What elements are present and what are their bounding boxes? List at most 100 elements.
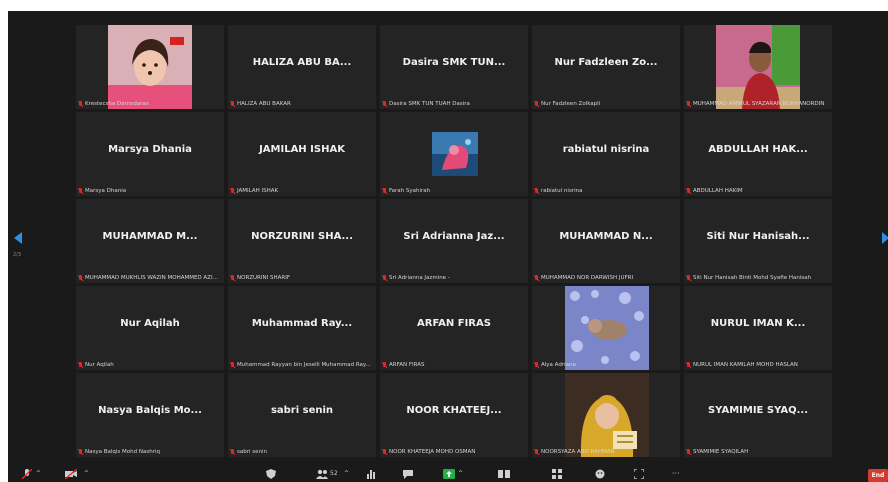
muted-mic-icon xyxy=(78,101,83,107)
participant-tile[interactable]: Alya Adriana xyxy=(532,286,680,370)
participant-label: Nur Fadzleen Zolkapli xyxy=(541,101,601,107)
participant-tile[interactable]: JAMILAH ISHAK JAMILAH ISHAK xyxy=(228,112,376,196)
participant-label: Alya Adriana xyxy=(541,362,576,368)
participant-tile[interactable]: NORZURINI SHA... NORZURINI SHARIF xyxy=(228,199,376,283)
participant-label: NOORSYAZA ABD RAHMAN xyxy=(541,449,615,455)
participant-name: NURUL IMAN K... xyxy=(710,318,806,329)
participant-tile[interactable]: Farah Syahirah xyxy=(380,112,528,196)
audio-options-caret-icon[interactable]: ^ xyxy=(36,469,41,479)
muted-mic-icon xyxy=(230,188,235,194)
muted-mic-icon xyxy=(78,188,83,194)
participant-label: MUHAMMAD AMIRUL SYAZARAN BOKHANORDIN xyxy=(693,101,825,107)
participants-icon[interactable] xyxy=(316,469,328,482)
share-options-caret-icon[interactable]: ^ xyxy=(458,469,463,479)
participant-tile[interactable]: NOORSYAZA ABD RAHMAN xyxy=(532,373,680,457)
participant-tile[interactable]: HALIZA ABU BA... HALIZA ABU BAKAR xyxy=(228,25,376,109)
participant-tile[interactable]: Dasira SMK TUN... Dasira SMK TUN TUAH Da… xyxy=(380,25,528,109)
participant-name: Dasira SMK TUN... xyxy=(402,57,506,68)
muted-mic-icon xyxy=(230,275,235,281)
more-options-icon[interactable]: ··· xyxy=(672,469,680,479)
video-off-icon[interactable] xyxy=(64,468,78,482)
participant-label: rabiatul nisrina xyxy=(541,188,583,194)
participant-tile[interactable]: Siti Nur Hanisah... Siti Nur Hanisah Bin… xyxy=(684,199,832,283)
participants-count: 52 xyxy=(330,470,338,477)
participant-name: ARFAN FIRAS xyxy=(417,318,491,329)
muted-mic-icon xyxy=(534,362,539,368)
participants-caret-icon[interactable]: ^ xyxy=(344,469,349,479)
participant-label: Marsya Dhania xyxy=(85,188,127,194)
participant-avatar xyxy=(565,286,649,370)
previous-page-arrow-icon[interactable] xyxy=(14,232,22,244)
microphone-muted-icon[interactable] xyxy=(21,468,33,482)
participant-name: NOOR KHATEEJ... xyxy=(406,405,502,416)
participant-tile[interactable]: Sri Adrianna Jaz... Sri Adrianna Jazmine… xyxy=(380,199,528,283)
participant-tile[interactable]: NURUL IMAN K... NURUL IMAN KAMILAH MOHD … xyxy=(684,286,832,370)
muted-mic-icon xyxy=(78,275,83,281)
participant-tile[interactable]: Nur Aqilah Nur Aqilah xyxy=(76,286,224,370)
participant-label: NORZURINI SHARIF xyxy=(237,275,290,281)
participant-name: rabiatul nisrina xyxy=(562,144,650,155)
participant-tile[interactable]: MUHAMMAD M... MUHAMMAD MUKHLIS WAZIN MOH… xyxy=(76,199,224,283)
participant-label: Siti Nur Hanisah Binti Mohd Syafie Hanis… xyxy=(693,275,812,281)
participant-name: sabri senin xyxy=(270,405,334,416)
record-icon[interactable] xyxy=(498,469,510,482)
muted-mic-icon xyxy=(686,449,691,455)
muted-mic-icon xyxy=(382,188,387,194)
muted-mic-icon xyxy=(382,362,387,368)
participant-label: JAMILAH ISHAK xyxy=(237,188,279,194)
next-page-arrow-icon[interactable] xyxy=(882,232,888,244)
participant-tile[interactable]: sabri senin sabri senin xyxy=(228,373,376,457)
page-indicator: 2/3 xyxy=(13,252,22,258)
participant-name: Muhammad Ray... xyxy=(251,318,353,329)
participant-tile[interactable]: rabiatul nisrina rabiatul nisrina xyxy=(532,112,680,196)
participant-tile[interactable]: Nur Fadzleen Zo... Nur Fadzleen Zolkapli xyxy=(532,25,680,109)
participant-name: MUHAMMAD M... xyxy=(102,231,198,242)
participant-name: Nur Aqilah xyxy=(120,318,180,329)
fullscreen-icon[interactable] xyxy=(633,468,645,482)
muted-mic-icon xyxy=(230,362,235,368)
muted-mic-icon xyxy=(686,275,691,281)
reactions-icon[interactable] xyxy=(595,469,605,482)
participant-name: Marsya Dhania xyxy=(108,144,192,155)
apps-grid-icon[interactable] xyxy=(552,469,562,482)
participant-label: NOOR KHATEEJA MOHD OSMAN xyxy=(389,449,476,455)
participant-label: sabri senin xyxy=(237,449,268,455)
participant-video xyxy=(716,25,800,109)
participant-name: NORZURINI SHA... xyxy=(251,231,353,242)
participant-label: Sri Adrianna Jazmine - xyxy=(389,275,450,281)
security-shield-icon[interactable] xyxy=(266,469,276,482)
muted-mic-icon xyxy=(686,101,691,107)
participant-label: ARFAN FIRAS xyxy=(389,362,425,368)
participant-label: MUHAMMAD MUKHLIS WAZIN MOHAMMED AZI... xyxy=(85,275,218,281)
participant-tile[interactable]: ARFAN FIRAS ARFAN FIRAS xyxy=(380,286,528,370)
participant-tile[interactable]: NOOR KHATEEJ... NOOR KHATEEJA MOHD OSMAN xyxy=(380,373,528,457)
chat-bubble-icon[interactable] xyxy=(403,469,413,482)
muted-mic-icon xyxy=(382,275,387,281)
participant-label: MUHAMMAD NOR DARWISH JUFRI xyxy=(541,275,634,281)
participant-tile[interactable]: MUHAMMAD N... MUHAMMAD NOR DARWISH JUFRI xyxy=(532,199,680,283)
participant-name: Sri Adrianna Jaz... xyxy=(403,231,505,242)
participant-tile[interactable]: Krestecsha Damodaras xyxy=(76,25,224,109)
participant-tile[interactable]: Nasya Balqis Mo... Nasya Balqis Mohd Nas… xyxy=(76,373,224,457)
participant-tile[interactable]: MUHAMMAD AMIRUL SYAZARAN BOKHANORDIN xyxy=(684,25,832,109)
participant-name: SYAMIMIE SYAQ... xyxy=(707,405,808,416)
participant-label: HALIZA ABU BAKAR xyxy=(237,101,291,107)
share-screen-icon[interactable] xyxy=(443,469,455,482)
muted-mic-icon xyxy=(534,275,539,281)
participant-tile[interactable]: Muhammad Ray... Muhammad Rayyan bin Jese… xyxy=(228,286,376,370)
participant-name: Nasya Balqis Mo... xyxy=(98,405,202,416)
participant-label: Muhammad Rayyan bin Jeselli Muhammad Ray… xyxy=(237,362,371,368)
participant-name: HALIZA ABU BA... xyxy=(252,57,352,68)
polls-chart-icon[interactable] xyxy=(366,469,376,482)
participant-tile[interactable]: Marsya Dhania Marsya Dhania xyxy=(76,112,224,196)
muted-mic-icon xyxy=(78,449,83,455)
video-options-caret-icon[interactable]: ^ xyxy=(84,469,89,479)
participant-tile[interactable]: ABDULLAH HAK... ABDULLAH HAKIM xyxy=(684,112,832,196)
participant-label: Farah Syahirah xyxy=(389,188,431,194)
participant-name: ABDULLAH HAK... xyxy=(708,144,808,155)
muted-mic-icon xyxy=(78,362,83,368)
end-meeting-button[interactable]: End xyxy=(868,469,888,482)
participant-label: Nasya Balqis Mohd Nashriq xyxy=(85,449,160,455)
participant-tile[interactable]: SYAMIMIE SYAQ... SYAMIMIE SYAQILAH xyxy=(684,373,832,457)
participant-label: SYAMIMIE SYAQILAH xyxy=(693,449,749,455)
